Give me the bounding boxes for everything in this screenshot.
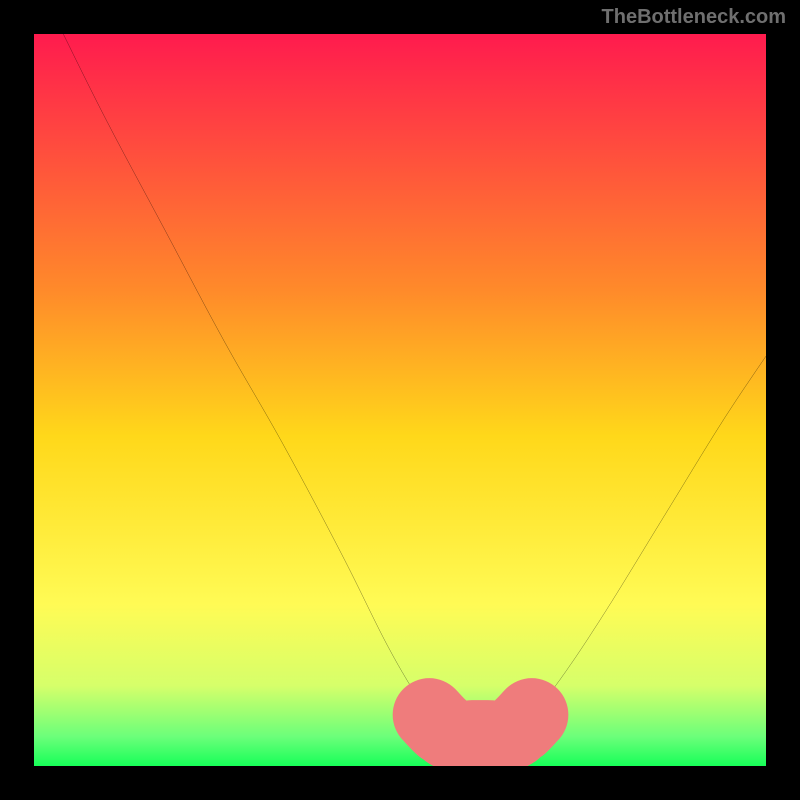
gradient-background [34,34,766,766]
watermark-text: TheBottleneck.com [602,6,786,29]
optimal-zone-highlight [429,715,531,738]
bottleneck-chart [34,34,766,766]
chart-root: TheBottleneck.com [0,0,800,800]
